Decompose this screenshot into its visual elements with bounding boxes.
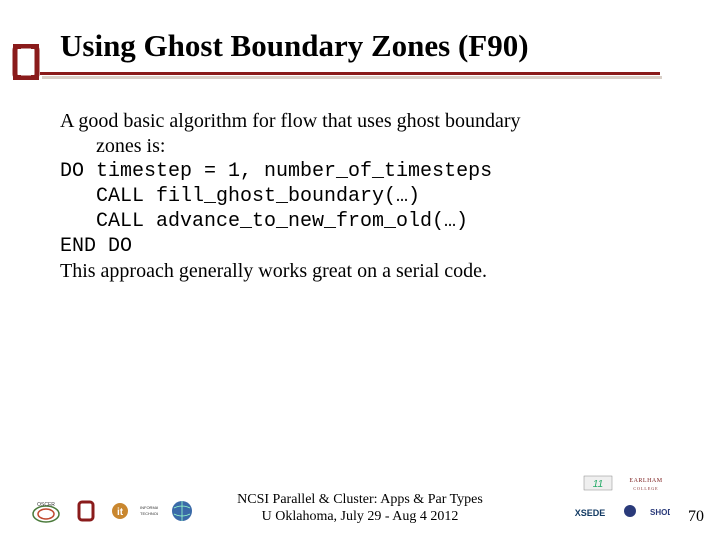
shodor-logo-icon: SHODOR bbox=[622, 498, 670, 524]
intro-line-2: zones is: bbox=[60, 134, 680, 159]
svg-text:INFORMATION: INFORMATION bbox=[140, 505, 158, 510]
ou-small-logo-icon bbox=[70, 498, 102, 524]
globe-logo-icon bbox=[166, 498, 198, 524]
footer-logos-left: OSCER it INFORMATIONTECHNOLOGY bbox=[30, 498, 198, 524]
svg-text:SHODOR: SHODOR bbox=[650, 508, 670, 517]
title-area: Using Ghost Boundary Zones (F90) bbox=[60, 28, 680, 79]
code-line-4: END DO bbox=[60, 234, 680, 259]
intro-line-1: A good basic algorithm for flow that use… bbox=[60, 109, 680, 134]
svg-text:XSEDE: XSEDE bbox=[575, 508, 606, 518]
ou-logo-icon bbox=[12, 44, 40, 80]
sc-logo-icon: 11 bbox=[582, 470, 614, 496]
footer-logos-right: 11 EARLHAM COLLEGE XSEDE SHODOR bbox=[566, 470, 670, 524]
page-number: 70 bbox=[688, 508, 704, 526]
ou-it-logo-icon: it INFORMATIONTECHNOLOGY bbox=[110, 498, 158, 524]
svg-text:OSCER: OSCER bbox=[37, 502, 55, 508]
footer-center-text: NCSI Parallel & Cluster: Apps & Par Type… bbox=[237, 492, 483, 526]
svg-text:TECHNOLOGY: TECHNOLOGY bbox=[140, 511, 158, 516]
title-underline bbox=[40, 72, 660, 75]
slide-body: A good basic algorithm for flow that use… bbox=[60, 109, 680, 284]
outro-line: This approach generally works great on a… bbox=[60, 259, 680, 284]
svg-text:EARLHAM: EARLHAM bbox=[629, 478, 662, 484]
code-line-2: CALL fill_ghost_boundary(…) bbox=[60, 184, 680, 209]
svg-text:COLLEGE: COLLEGE bbox=[633, 486, 658, 491]
code-line-3: CALL advance_to_new_from_old(…) bbox=[60, 209, 680, 234]
oscer-logo-icon: OSCER bbox=[30, 498, 62, 524]
code-line-1: DO timestep = 1, number_of_timesteps bbox=[60, 159, 680, 184]
earlham-logo-icon: EARLHAM COLLEGE bbox=[622, 470, 670, 496]
slide-title: Using Ghost Boundary Zones (F90) bbox=[60, 28, 680, 64]
title-underline-shadow bbox=[42, 76, 662, 79]
footer: OSCER it INFORMATIONTECHNOLOGY NCSI Paral… bbox=[0, 478, 720, 526]
slide: Using Ghost Boundary Zones (F90) A good … bbox=[0, 0, 720, 540]
footer-line-1: NCSI Parallel & Cluster: Apps & Par Type… bbox=[237, 492, 483, 509]
footer-line-2: U Oklahoma, July 29 - Aug 4 2012 bbox=[237, 509, 483, 526]
svg-text:it: it bbox=[117, 507, 124, 518]
xsede-logo-icon: XSEDE bbox=[566, 498, 614, 524]
svg-text:11: 11 bbox=[593, 479, 603, 490]
